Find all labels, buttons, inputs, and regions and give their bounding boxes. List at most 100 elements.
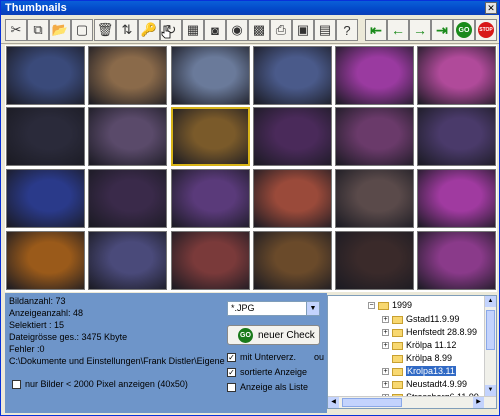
swap-icon: ⇅ — [121, 22, 133, 37]
thumbnail-image[interactable] — [335, 46, 414, 105]
stop-button[interactable]: STOP — [475, 19, 497, 41]
thumbnail-image[interactable] — [253, 107, 332, 166]
tree-item[interactable]: − 1999 — [368, 300, 412, 312]
list-display-label: Anzeige als Liste — [240, 382, 309, 392]
arrow-right-button[interactable]: → — [409, 19, 431, 41]
expand-toggle-icon[interactable]: + — [382, 342, 389, 350]
folder-icon — [378, 301, 389, 310]
tree-horizontal-scrollbar[interactable]: ◀ ▶ — [328, 396, 496, 408]
trash-icon: 🗑 — [96, 22, 114, 37]
thumbnail-image[interactable] — [335, 107, 414, 166]
thumbnail-image[interactable] — [88, 169, 167, 228]
copy-button[interactable]: ⧉ — [27, 19, 49, 41]
tree-item[interactable]: + Gstad11.9.99 — [382, 314, 459, 326]
new-check-label: neuer Check — [258, 330, 315, 341]
new-check-button[interactable]: GO neuer Check — [227, 325, 320, 345]
thumbnail-image[interactable] — [335, 169, 414, 228]
tree-item[interactable]: + Henfstedt 28.8.99 — [382, 327, 477, 339]
thumbnail-image[interactable] — [335, 231, 414, 290]
list-display-checkbox[interactable] — [227, 383, 236, 392]
sorted-display-checkbox[interactable]: ✓ — [227, 368, 236, 377]
thumbnail-image[interactable] — [6, 231, 85, 290]
truncated-option-label: ou — [314, 352, 325, 362]
tree-item-label: Henfstedt 28.8.99 — [406, 327, 478, 337]
tree-vertical-scrollbar[interactable]: ▲ ▼ — [484, 296, 496, 396]
key-icon: 🔑 — [140, 22, 158, 37]
arrow-left-button[interactable]: ← — [387, 19, 409, 41]
camera-button[interactable]: ◙ — [204, 19, 226, 41]
thumbnail-image[interactable] — [253, 169, 332, 228]
hand-cursor-icon — [161, 25, 171, 39]
scroll-right-icon[interactable]: ▶ — [473, 397, 484, 408]
help-button[interactable]: ? — [336, 19, 358, 41]
tree-item[interactable]: + Neustadt4.9.99 — [382, 379, 467, 391]
scroll-up-icon[interactable]: ▲ — [485, 296, 496, 307]
thumbnail-image[interactable] — [253, 231, 332, 290]
window-button[interactable]: ▢ — [71, 19, 93, 41]
thumbnail-image[interactable] — [417, 231, 496, 290]
print-button[interactable]: ⎙ — [270, 19, 292, 41]
thumbnail-image[interactable] — [6, 169, 85, 228]
thumbnail-image[interactable] — [171, 231, 250, 290]
file-filter-select[interactable]: *.JPG ▼ — [227, 301, 320, 316]
expand-toggle-icon[interactable]: + — [382, 329, 389, 337]
subfolders-label: mit Unterverz. — [240, 352, 297, 362]
scissors-button[interactable]: ✂ — [5, 19, 27, 41]
thumbnail-image[interactable] — [253, 46, 332, 105]
go-button[interactable]: GO — [453, 19, 475, 41]
title-bar[interactable]: Thumbnails ✕ — [1, 1, 499, 15]
tree-item[interactable]: + Krolpa13.11 — [382, 366, 456, 378]
arrow-right-end-button[interactable]: ⇥ — [431, 19, 453, 41]
small-images-checkbox[interactable] — [12, 380, 21, 389]
scroll-left-icon[interactable]: ◀ — [328, 397, 339, 408]
thumbnail-image[interactable] — [88, 46, 167, 105]
current-path-text: C:\Dokumente und Einstellungen\Frank Dis… — [9, 356, 225, 366]
thumbnail-image[interactable] — [417, 107, 496, 166]
scroll-thumb-horizontal[interactable] — [342, 398, 402, 407]
expand-toggle-icon[interactable]: + — [382, 316, 389, 324]
open-folder-icon: 📂 — [51, 22, 69, 37]
window-title: Thumbnails — [5, 2, 67, 14]
thumbnail-image[interactable] — [417, 46, 496, 105]
tree-item-label: Gstad11.9.99 — [406, 314, 460, 324]
subfolders-checkbox[interactable]: ✓ — [227, 353, 236, 362]
tree-item-label: 1999 — [392, 300, 413, 310]
thumbnail-image[interactable] — [417, 169, 496, 228]
folder-icon — [392, 328, 403, 337]
trash-button[interactable]: 🗑 — [94, 19, 116, 41]
toolbar: ✂ ⧉ 📂 ▢ 🗑 ⇅ 🔑 ↻ ▦ ◙ ◉ ▩ ⎙ ▣ ▤? ⇤ ← → ⇥ GO STOP — [1, 16, 499, 44]
tree-item[interactable]: + Krölpa 11.12 — [382, 340, 456, 352]
go-icon: GO — [238, 328, 253, 343]
grid-icon: ▩ — [252, 22, 266, 37]
thumbnail-image[interactable] — [88, 231, 167, 290]
calendar-icon: ▦ — [186, 22, 200, 37]
thumbnail-image[interactable] — [171, 169, 250, 228]
grid-button[interactable]: ▩ — [248, 19, 270, 41]
expand-toggle-icon[interactable]: − — [368, 302, 375, 310]
scroll-down-icon[interactable]: ▼ — [485, 385, 496, 396]
thumbnail-image[interactable] — [171, 46, 250, 105]
close-button[interactable]: ✕ — [485, 2, 497, 14]
scroll-thumb[interactable] — [486, 310, 495, 350]
thumbnail-image[interactable] — [6, 107, 85, 166]
expand-toggle-icon[interactable]: + — [382, 368, 389, 376]
key-button[interactable]: 🔑 — [138, 19, 160, 41]
arrow-left-end-button[interactable]: ⇤ — [365, 19, 387, 41]
color-wheel-button[interactable]: ◉ — [226, 19, 248, 41]
copy-icon: ⧉ — [33, 22, 43, 37]
thumbnail-image[interactable] — [88, 107, 167, 166]
window-icon: ▢ — [75, 22, 89, 37]
arrow-left-icon: ← — [391, 22, 405, 38]
chevron-down-icon[interactable]: ▼ — [306, 302, 319, 315]
folder-icon — [392, 367, 403, 376]
open-folder-button[interactable]: 📂 — [49, 19, 71, 41]
film-button[interactable]: ▤ — [314, 19, 336, 41]
expand-toggle-icon[interactable]: + — [382, 381, 389, 389]
calendar-button[interactable]: ▦ — [182, 19, 204, 41]
frame-button[interactable]: ▣ — [292, 19, 314, 41]
swap-button[interactable]: ⇅ — [116, 19, 138, 41]
tree-item[interactable]: Krölpa 8.99 — [382, 353, 452, 365]
display-count-text: Anzeigeanzahl: 48 — [9, 308, 84, 318]
thumbnail-image[interactable] — [171, 107, 250, 166]
thumbnail-image[interactable] — [6, 46, 85, 105]
